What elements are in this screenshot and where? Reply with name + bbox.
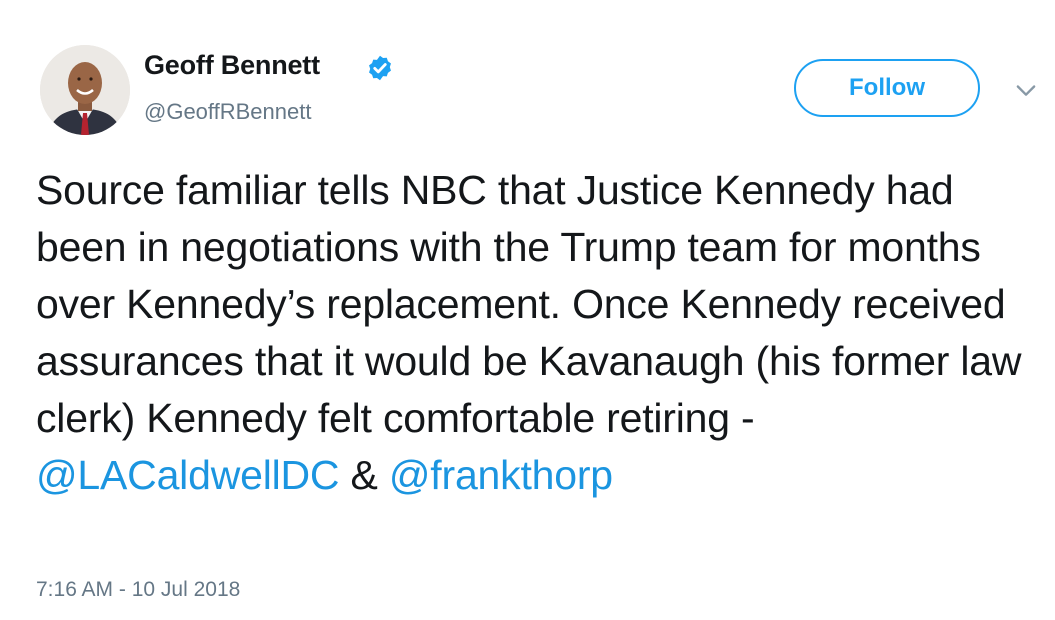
author-name[interactable]: Geoff Bennett [144,50,320,81]
mention-link[interactable]: @LACaldwellDC [36,452,340,498]
mention-separator: & [339,452,389,498]
author-handle[interactable]: @GeoffRBennett [144,99,311,125]
mention-link[interactable]: @frankthorp [389,452,613,498]
profile-photo-icon [40,45,130,135]
tweet-text: Source familiar tells NBC that Justice K… [36,162,1036,504]
avatar[interactable] [40,45,130,135]
verified-badge-icon [369,55,391,81]
chevron-down-icon[interactable] [1012,76,1040,104]
follow-button[interactable]: Follow [794,59,980,117]
tweet-body: Source familiar tells NBC that Justice K… [36,167,1022,441]
tweet-card: Geoff Bennett @GeoffRBennett Follow Sour… [0,0,1055,620]
tweet-timestamp[interactable]: 7:16 AM - 10 Jul 2018 [36,578,240,602]
